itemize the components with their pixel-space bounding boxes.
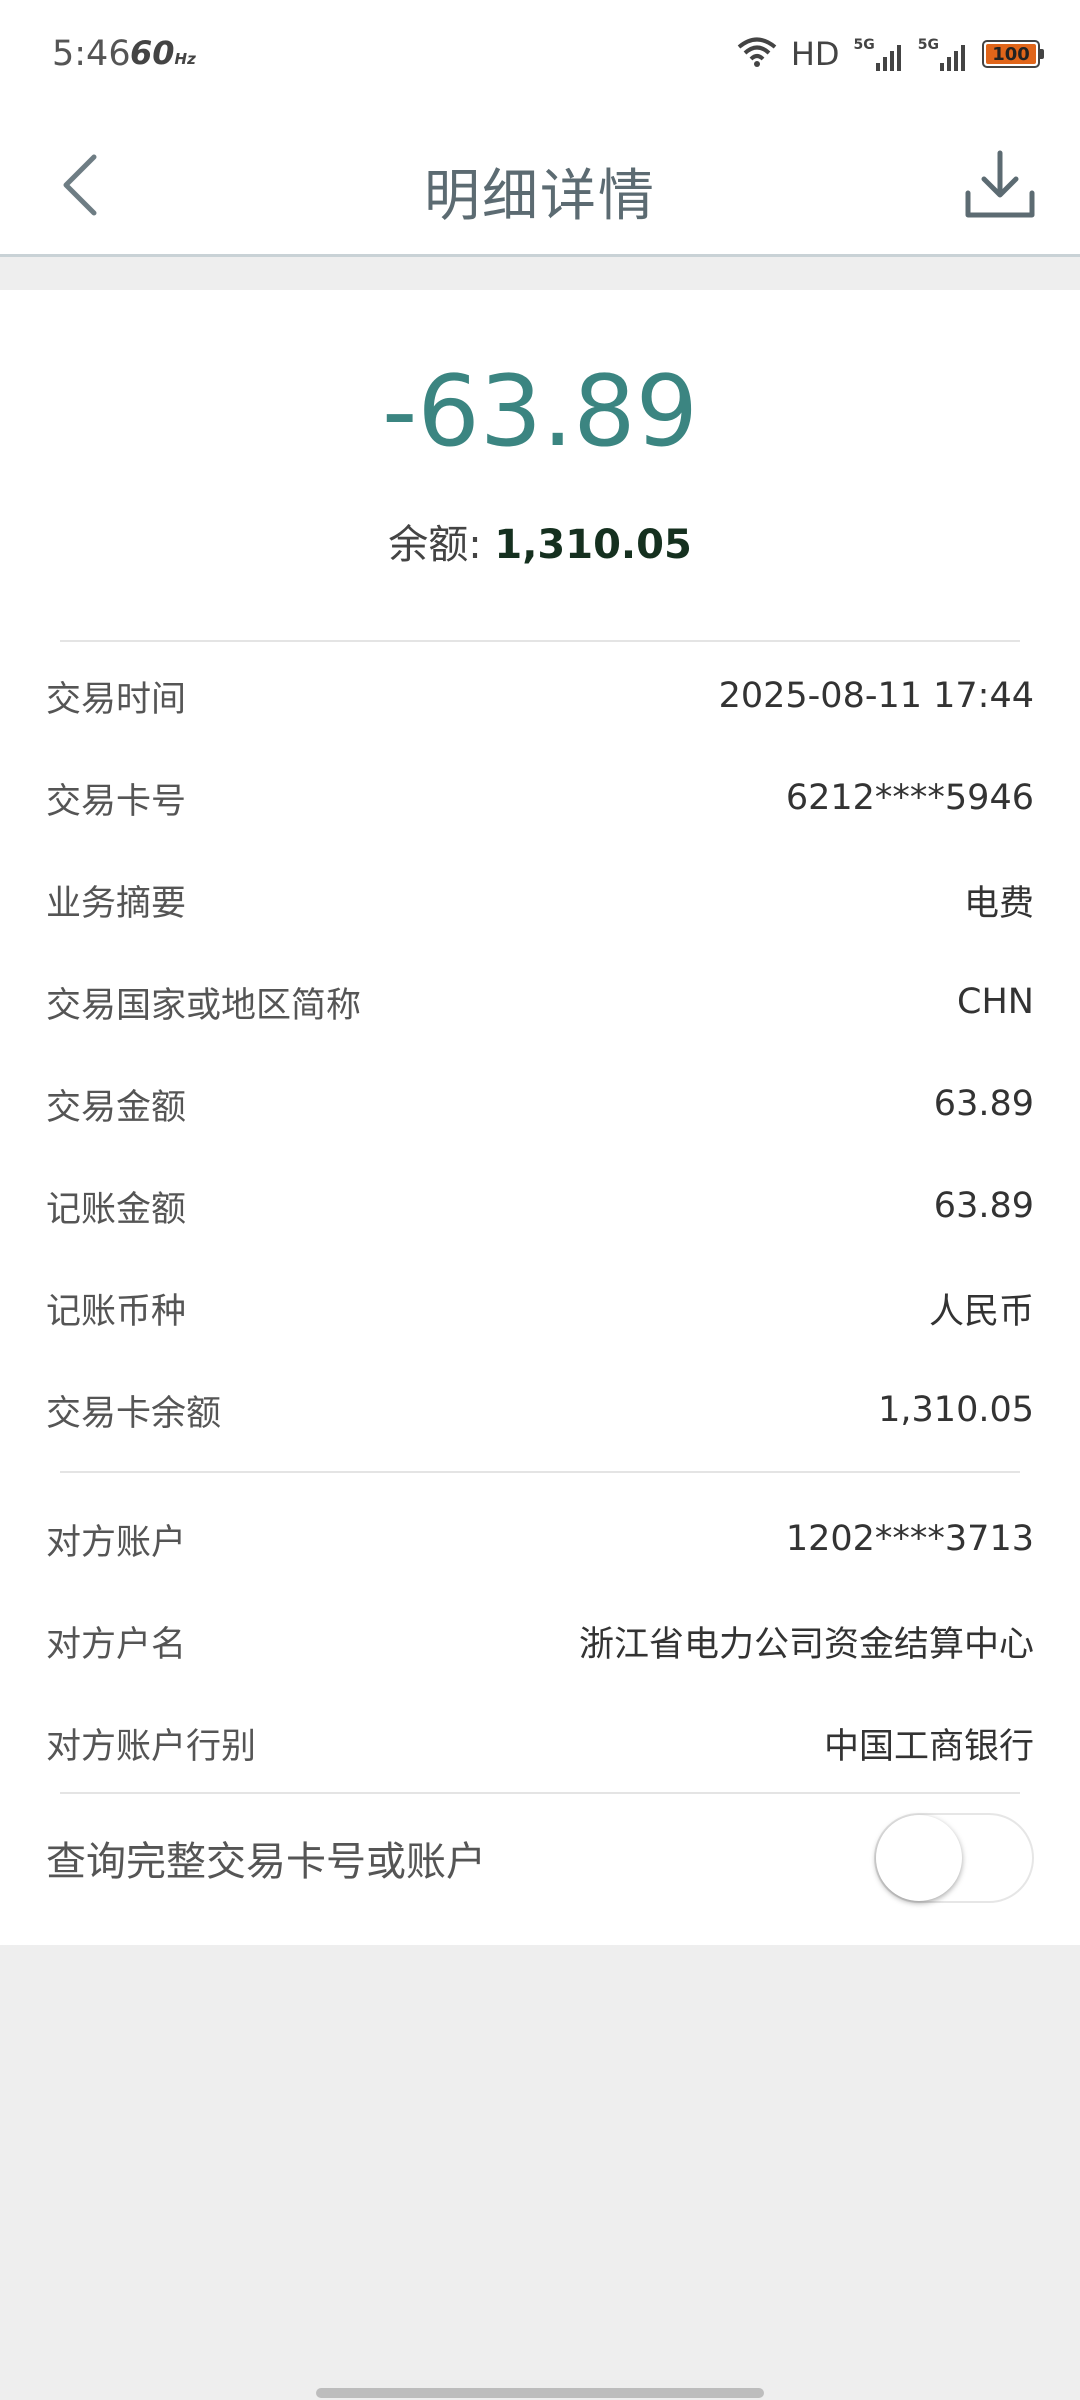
detail-label: 记账金额: [46, 1189, 187, 1230]
detail-row-counterparty-name: 对方户名 浙江省电力公司资金结算中心: [46, 1613, 1034, 1669]
detail-label: 对方户名: [46, 1624, 187, 1665]
detail-row-transaction-time: 交易时间 2025-08-11 17:44: [46, 668, 1034, 724]
network-label-2: 5G: [917, 37, 939, 53]
divider: [60, 1792, 1020, 1794]
status-time: 5:46: [52, 34, 131, 74]
download-button[interactable]: [960, 145, 1040, 225]
signal-bars-icon: [940, 45, 965, 71]
refresh-rate-unit: Hz: [174, 50, 196, 68]
signal-1: 5G: [854, 37, 904, 71]
detail-value: 63.89: [933, 1084, 1034, 1124]
detail-value: 6212****5946: [785, 778, 1034, 818]
detail-label: 交易卡号: [46, 781, 187, 822]
app-header: 明细详情: [0, 115, 1080, 257]
home-indicator[interactable]: [316, 2388, 764, 2398]
battery-icon: 100: [982, 40, 1044, 68]
signal-2: 5G: [918, 37, 968, 71]
detail-value: 中国工商银行: [823, 1726, 1034, 1767]
detail-value: 1,310.05: [878, 1390, 1034, 1430]
toggle-knob[interactable]: [876, 1814, 962, 1901]
detail-label: 对方账户: [46, 1522, 187, 1563]
balance-line: 余额: 1,310.05: [0, 512, 1080, 570]
detail-label: 业务摘要: [46, 883, 187, 924]
transaction-amount: -63.89: [382, 355, 698, 469]
detail-row-counterparty-bank: 对方账户行别 中国工商银行: [46, 1715, 1034, 1771]
network-label-1: 5G: [853, 37, 875, 53]
detail-value: 电费: [963, 883, 1034, 924]
detail-value: 63.89: [933, 1186, 1034, 1226]
detail-value: CHN: [957, 982, 1034, 1022]
full-number-toggle[interactable]: [874, 1812, 1034, 1903]
refresh-rate-value: 60: [130, 34, 175, 72]
detail-row-card-number: 交易卡号 6212****5946: [46, 770, 1034, 826]
detail-value: 人民币: [928, 1291, 1034, 1332]
status-bar: 5:46 60Hz HD 5G 5G 100: [0, 0, 1080, 115]
divider: [60, 640, 1020, 642]
transaction-detail-card: -63.89 余额: 1,310.05 交易时间 2025-08-11 17:4…: [0, 290, 1080, 1945]
detail-label: 交易时间: [46, 679, 187, 720]
detail-value: 2025-08-11 17:44: [718, 676, 1034, 716]
battery-level: 100: [992, 43, 1030, 65]
detail-label: 交易金额: [46, 1087, 187, 1128]
balance-value: 1,310.05: [494, 522, 692, 568]
wifi-icon: [737, 36, 777, 72]
detail-row-transaction-amount: 交易金额 63.89: [46, 1076, 1034, 1132]
detail-row-card-balance: 交易卡余额 1,310.05: [46, 1382, 1034, 1438]
detail-value: 浙江省电力公司资金结算中心: [578, 1624, 1034, 1665]
refresh-rate: 60Hz: [130, 34, 196, 72]
hd-label: HD: [790, 35, 840, 73]
download-icon: [965, 150, 1035, 218]
full-number-toggle-row: 查询完整交易卡号或账户: [46, 1810, 1034, 1905]
detail-label: 交易卡余额: [46, 1393, 222, 1434]
detail-row-currency: 记账币种 人民币: [46, 1280, 1034, 1336]
toggle-label: 查询完整交易卡号或账户: [46, 1838, 486, 1885]
signal-bars-icon: [875, 45, 901, 71]
balance-label: 余额:: [388, 522, 495, 568]
detail-label: 交易国家或地区简称: [46, 985, 362, 1026]
detail-row-posted-amount: 记账金额 63.89: [46, 1178, 1034, 1234]
detail-label: 对方账户行别: [46, 1726, 257, 1767]
detail-row-country: 交易国家或地区简称 CHN: [46, 974, 1034, 1030]
page-title: 明细详情: [424, 164, 656, 229]
detail-value: 1202****3713: [785, 1519, 1034, 1559]
divider: [60, 1471, 1020, 1473]
status-icons: HD 5G 5G 100: [737, 34, 1044, 74]
detail-label: 记账币种: [46, 1291, 187, 1332]
detail-row-counterparty-account: 对方账户 1202****3713: [46, 1511, 1034, 1567]
detail-row-summary: 业务摘要 电费: [46, 872, 1034, 928]
